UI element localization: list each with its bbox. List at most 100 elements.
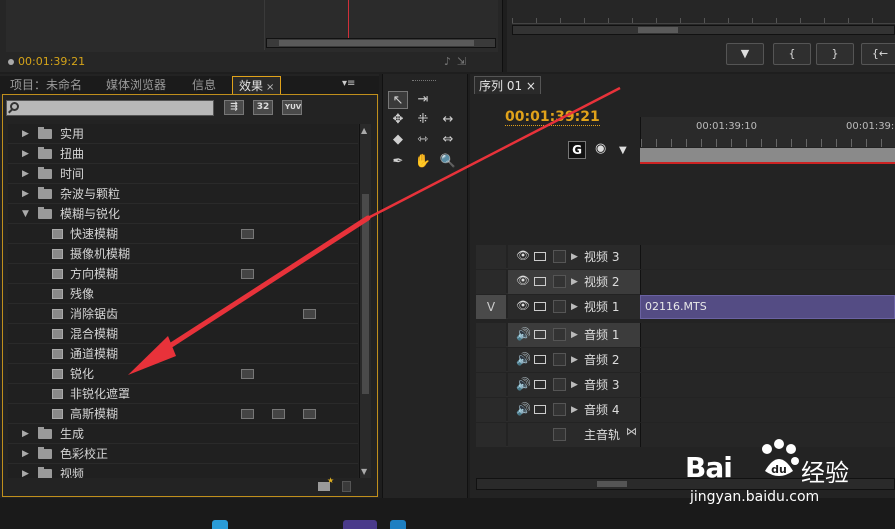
expand-track-icon[interactable]: ▶ [571, 348, 578, 372]
source-patch[interactable]: V [476, 295, 506, 319]
speaker-icon[interactable]: 🔊 [516, 327, 531, 341]
slide-tool-icon[interactable]: ⇔ [438, 131, 458, 149]
source-scrollbar[interactable] [266, 38, 496, 48]
sync-lock-icon[interactable] [534, 355, 546, 364]
yuv-filter-button[interactable]: YUV [282, 100, 302, 115]
speaker-icon[interactable]: 🔊 [516, 402, 531, 416]
razor-tool-icon[interactable]: ◆ [388, 131, 408, 149]
taskbar-premiere-icon[interactable] [343, 520, 377, 529]
rate-stretch-tool-icon[interactable]: ⇿ [413, 131, 433, 149]
close-icon[interactable]: × [526, 79, 536, 93]
effect-item[interactable]: 通道模糊 [8, 344, 358, 364]
effect-item[interactable]: 消除锯齿 [8, 304, 358, 324]
effect-item[interactable]: 混合模糊 [8, 324, 358, 344]
track-audio[interactable]: 🔊 ▶ 音频 2 [476, 348, 895, 372]
set-encore-marker-icon[interactable]: ◉ [595, 141, 606, 156]
taskbar-app-icon[interactable] [212, 520, 228, 529]
add-marker-icon[interactable]: ▼ [619, 145, 627, 156]
disclosure-collapsed-icon[interactable]: ▶ [22, 444, 29, 464]
track-video[interactable]: 👁 ▶ 视频 3 [476, 245, 895, 269]
eye-icon[interactable]: 👁 [516, 274, 530, 287]
expand-track-icon[interactable]: ▶ [571, 270, 578, 294]
master-track-options-icon[interactable]: ⋈ [626, 425, 637, 438]
eye-icon[interactable]: 👁 [516, 249, 530, 262]
snap-button[interactable]: G [568, 141, 586, 159]
track-audio[interactable]: 🔊 ▶ 音频 1 [476, 323, 895, 347]
effect-item[interactable]: 摄像机模糊 [8, 244, 358, 264]
disclosure-expanded-icon[interactable]: ▼ [22, 204, 29, 224]
track-lock-icon[interactable] [553, 250, 566, 263]
effect-folder[interactable]: ▶ 生成 [8, 424, 358, 444]
accelerated-effects-filter-icon[interactable]: ⇶ [224, 100, 244, 115]
ripple-edit-tool-icon[interactable]: ✥ [388, 111, 408, 129]
source-patch[interactable] [476, 245, 506, 269]
sync-lock-icon[interactable] [534, 302, 546, 311]
track-header[interactable] [508, 423, 640, 447]
effect-item[interactable]: 锐化 [8, 364, 358, 384]
effect-folder[interactable]: ▼ 模糊与锐化 [8, 204, 358, 224]
track-area[interactable] [640, 270, 895, 294]
track-audio[interactable]: 🔊 ▶ 音频 3 [476, 373, 895, 397]
program-scroll-thumb[interactable] [638, 27, 678, 33]
source-playhead[interactable] [348, 0, 349, 38]
disclosure-collapsed-icon[interactable]: ▶ [22, 144, 29, 164]
track-lock-icon[interactable] [553, 328, 566, 341]
expand-track-icon[interactable]: ▶ [571, 398, 578, 422]
disclosure-collapsed-icon[interactable]: ▶ [22, 124, 29, 144]
track-lock-icon[interactable] [553, 353, 566, 366]
speaker-icon[interactable]: 🔊 [516, 352, 531, 366]
source-patch[interactable] [476, 323, 506, 347]
scroll-up-icon[interactable]: ▲ [361, 126, 367, 135]
program-ruler[interactable] [512, 4, 895, 24]
hand-icon[interactable]: ♪ [444, 55, 457, 68]
video-clip[interactable]: 02116.MTS [640, 295, 895, 319]
tab-info[interactable]: 信息 [186, 76, 222, 94]
export-frame-icon[interactable]: ⇲ [457, 55, 472, 68]
work-area-bar[interactable] [640, 148, 895, 162]
track-lock-icon[interactable] [553, 403, 566, 416]
source-scroll-thumb[interactable] [279, 40, 474, 46]
timeline-scroll-thumb[interactable] [597, 481, 627, 487]
effect-folder[interactable]: ▶ 时间 [8, 164, 358, 184]
track-lock-icon[interactable] [553, 300, 566, 313]
effects-scroll-thumb[interactable] [362, 194, 369, 394]
track-area[interactable] [640, 348, 895, 372]
track-video[interactable]: 👁 ▶ 视频 2 [476, 270, 895, 294]
tab-effects[interactable]: 效果 × [232, 76, 282, 94]
track-lock-icon[interactable] [553, 378, 566, 391]
tab-media-browser[interactable]: 媒体浏览器 [100, 76, 172, 94]
expand-track-icon[interactable]: ▶ [571, 373, 578, 397]
disclosure-collapsed-icon[interactable]: ▶ [22, 464, 29, 478]
expand-track-icon[interactable]: ▶ [571, 323, 578, 347]
sync-lock-icon[interactable] [534, 252, 546, 261]
scroll-down-icon[interactable]: ▼ [361, 467, 367, 476]
source-patch[interactable] [476, 398, 506, 422]
sync-lock-icon[interactable] [534, 380, 546, 389]
close-icon[interactable]: × [266, 82, 274, 93]
source-patch[interactable] [476, 270, 506, 294]
timeline-timecode[interactable]: 00:01:39:21 [505, 109, 600, 126]
new-custom-bin-icon[interactable] [318, 476, 334, 491]
disclosure-collapsed-icon[interactable]: ▶ [22, 184, 29, 204]
track-lock-icon[interactable] [553, 275, 566, 288]
add-marker-icon[interactable]: ▼ [726, 43, 764, 65]
sync-lock-icon[interactable] [534, 277, 546, 286]
rolling-edit-tool-icon[interactable]: ⁜ [413, 111, 433, 129]
sync-lock-icon[interactable] [534, 330, 546, 339]
track-area[interactable] [640, 398, 895, 422]
pen-tool-icon[interactable]: ✒ [388, 153, 408, 171]
delete-icon[interactable] [342, 481, 351, 492]
effect-item[interactable]: 高斯模糊 [8, 404, 358, 424]
zoom-tool-icon[interactable]: 🔍 [438, 153, 458, 171]
source-timecode[interactable]: 00:01:39:21 [8, 55, 85, 68]
tab-project[interactable]: 项目：未命名 [4, 76, 88, 94]
effect-folder[interactable]: ▶ 色彩校正 [8, 444, 358, 464]
32bit-filter-button[interactable]: 32 [253, 100, 273, 115]
mark-in-icon[interactable]: { [773, 43, 811, 65]
effect-item[interactable]: 残像 [8, 284, 358, 304]
disclosure-collapsed-icon[interactable]: ▶ [22, 164, 29, 184]
track-area[interactable] [640, 323, 895, 347]
tab-sequence[interactable]: 序列 01 × [474, 76, 541, 94]
tools-grip[interactable] [412, 80, 436, 83]
eye-icon[interactable]: 👁 [516, 299, 530, 312]
